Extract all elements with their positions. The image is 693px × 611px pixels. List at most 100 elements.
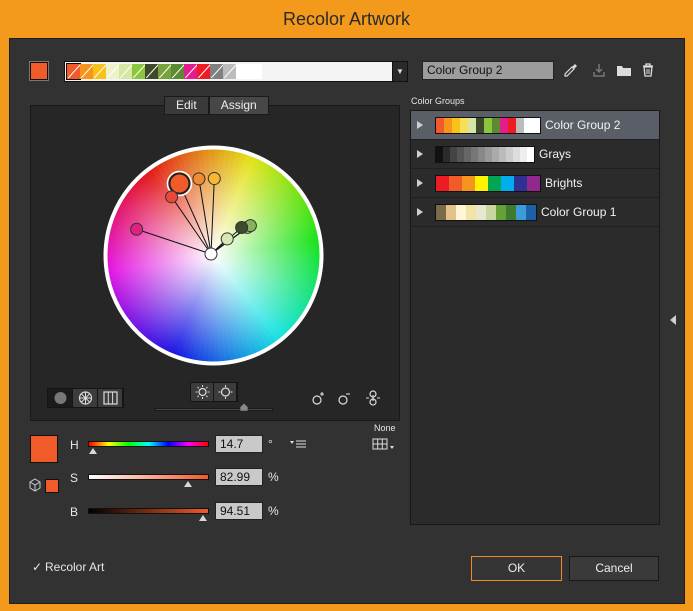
smooth-wheel-button[interactable] <box>48 389 73 407</box>
group-swatch <box>476 205 486 220</box>
group-strip-swatch[interactable] <box>93 64 106 79</box>
color-bars-button[interactable] <box>98 389 123 407</box>
group-strip-swatch[interactable] <box>210 64 223 79</box>
ok-button[interactable]: OK <box>471 556 562 581</box>
brightness-slider-thumb-hsb[interactable] <box>198 515 207 521</box>
show-saturation-button[interactable] <box>214 383 237 401</box>
hue-slider[interactable] <box>88 441 209 447</box>
group-strip-swatch[interactable] <box>66 63 81 80</box>
edit-assign-tabs: Edit Assign <box>164 96 269 115</box>
group-strip-swatch[interactable] <box>119 64 132 79</box>
group-swatch <box>436 118 444 133</box>
hue-slider-thumb[interactable] <box>88 448 97 454</box>
color-marker[interactable] <box>165 190 179 204</box>
color-marker[interactable] <box>204 247 218 261</box>
color-mode-menu-icon[interactable] <box>290 439 306 449</box>
smooth-wheel-icon <box>54 392 67 404</box>
saturation-slider[interactable] <box>88 474 209 480</box>
group-swatch <box>450 147 457 162</box>
color-marker[interactable] <box>235 221 249 235</box>
color-group-name: Color Group 2 <box>545 118 621 132</box>
color-marker[interactable] <box>220 232 234 246</box>
group-strip-swatch[interactable] <box>223 64 236 79</box>
recolor-art-label: Recolor Art <box>45 560 105 574</box>
brightness-slider-track[interactable] <box>155 408 273 411</box>
group-name-input[interactable]: Color Group 2 <box>422 61 554 80</box>
group-strip-swatch[interactable] <box>145 64 158 79</box>
group-strip-swatch[interactable] <box>132 64 145 79</box>
dialog-title: Recolor Artwork <box>282 9 411 29</box>
group-swatch <box>484 118 492 133</box>
group-strip-swatch[interactable] <box>249 64 262 79</box>
color-group-name: Color Group 1 <box>541 205 617 219</box>
add-color-tool-icon[interactable] <box>310 389 328 407</box>
group-swatch <box>466 205 476 220</box>
group-strip-swatch[interactable] <box>184 64 197 79</box>
group-swatch <box>520 147 527 162</box>
group-strip-swatch[interactable] <box>197 64 210 79</box>
color-group-row[interactable]: Grays <box>411 140 659 169</box>
color-wheel-panel <box>30 105 400 421</box>
link-harmony-colors-icon[interactable] <box>364 389 382 407</box>
expand-arrow-icon[interactable] <box>417 179 423 187</box>
brightness-input[interactable]: 94.51 <box>215 502 263 520</box>
brightness-slider[interactable] <box>88 508 209 514</box>
expand-arrow-icon[interactable] <box>417 121 423 129</box>
color-group-name: Grays <box>539 147 572 161</box>
expand-arrow-icon[interactable] <box>417 208 423 216</box>
color-marker[interactable] <box>207 172 221 186</box>
current-color-swatch[interactable] <box>29 61 49 81</box>
out-of-gamut-swatch[interactable] <box>45 479 59 493</box>
group-swatch <box>516 205 526 220</box>
collapse-panel-arrow-icon[interactable] <box>670 315 676 325</box>
group-strip-swatch[interactable] <box>171 64 184 79</box>
group-strip-dropdown-button[interactable]: ▼ <box>392 61 408 82</box>
limit-to-library-grid-icon[interactable] <box>372 437 396 451</box>
group-strip-swatch[interactable] <box>158 64 171 79</box>
group-swatch <box>449 176 462 191</box>
hue-input[interactable]: 14.7 <box>215 435 263 453</box>
expand-arrow-icon[interactable] <box>417 150 423 158</box>
group-swatch <box>478 147 485 162</box>
base-color-swatch[interactable] <box>30 435 58 463</box>
group-swatch <box>457 147 464 162</box>
color-bars-icon <box>103 391 118 405</box>
group-swatch <box>499 147 506 162</box>
group-swatch <box>436 205 446 220</box>
group-strip-swatch[interactable] <box>106 64 119 79</box>
group-strip-swatch[interactable] <box>236 64 249 79</box>
hue-unit: ° <box>268 437 273 451</box>
group-swatch <box>500 118 508 133</box>
saturation-slider-thumb[interactable] <box>184 481 193 487</box>
hue-label: H <box>70 438 79 452</box>
cancel-button[interactable]: Cancel <box>569 556 659 581</box>
group-swatch <box>460 118 468 133</box>
trash-icon[interactable] <box>639 61 657 79</box>
tab-assign[interactable]: Assign <box>208 96 269 115</box>
show-brightness-button[interactable] <box>191 383 214 401</box>
saturation-input[interactable]: 82.99 <box>215 468 263 486</box>
segmented-wheel-button[interactable] <box>73 389 98 407</box>
tab-edit[interactable]: Edit <box>164 96 209 115</box>
brightness-slider-thumb[interactable] <box>240 403 248 411</box>
group-strip-swatch[interactable] <box>80 64 93 79</box>
active-group-strip[interactable] <box>64 61 408 82</box>
group-swatch <box>508 118 516 133</box>
dialog-body: ▼ Color Group 2 Edit Assign H 14.7 ° Non… <box>9 38 685 604</box>
active-group-swatches <box>66 63 262 80</box>
group-swatch <box>496 205 506 220</box>
remove-color-tool-icon[interactable] <box>336 389 354 407</box>
color-wheel[interactable] <box>101 143 326 368</box>
save-changes-icon[interactable] <box>590 61 608 79</box>
color-group-row[interactable]: Brights <box>411 169 659 198</box>
color-group-row[interactable]: Color Group 1 <box>411 198 659 227</box>
color-marker[interactable] <box>130 222 144 236</box>
new-group-folder-icon[interactable] <box>615 61 633 79</box>
color-marker[interactable] <box>192 172 206 186</box>
brightness-unit: % <box>268 504 279 518</box>
color-group-row[interactable]: Color Group 2 <box>411 111 659 140</box>
eyedropper-icon[interactable] <box>562 61 580 79</box>
recolor-art-checkbox[interactable]: ✓ Recolor Art <box>32 560 104 574</box>
group-swatch <box>462 176 475 191</box>
group-swatch <box>527 176 540 191</box>
